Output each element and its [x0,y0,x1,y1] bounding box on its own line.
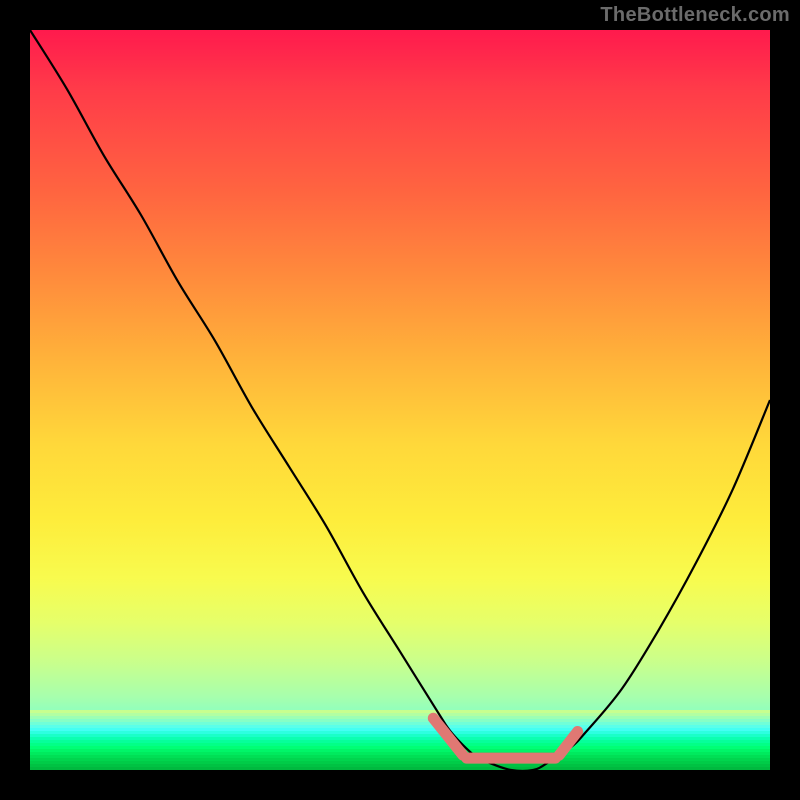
watermark-text: TheBottleneck.com [600,4,790,27]
plot-area [30,30,770,770]
bottleneck-curve [30,30,770,770]
curve-highlight [433,718,577,758]
curve-path [30,30,770,770]
chart-frame: TheBottleneck.com [0,0,800,800]
